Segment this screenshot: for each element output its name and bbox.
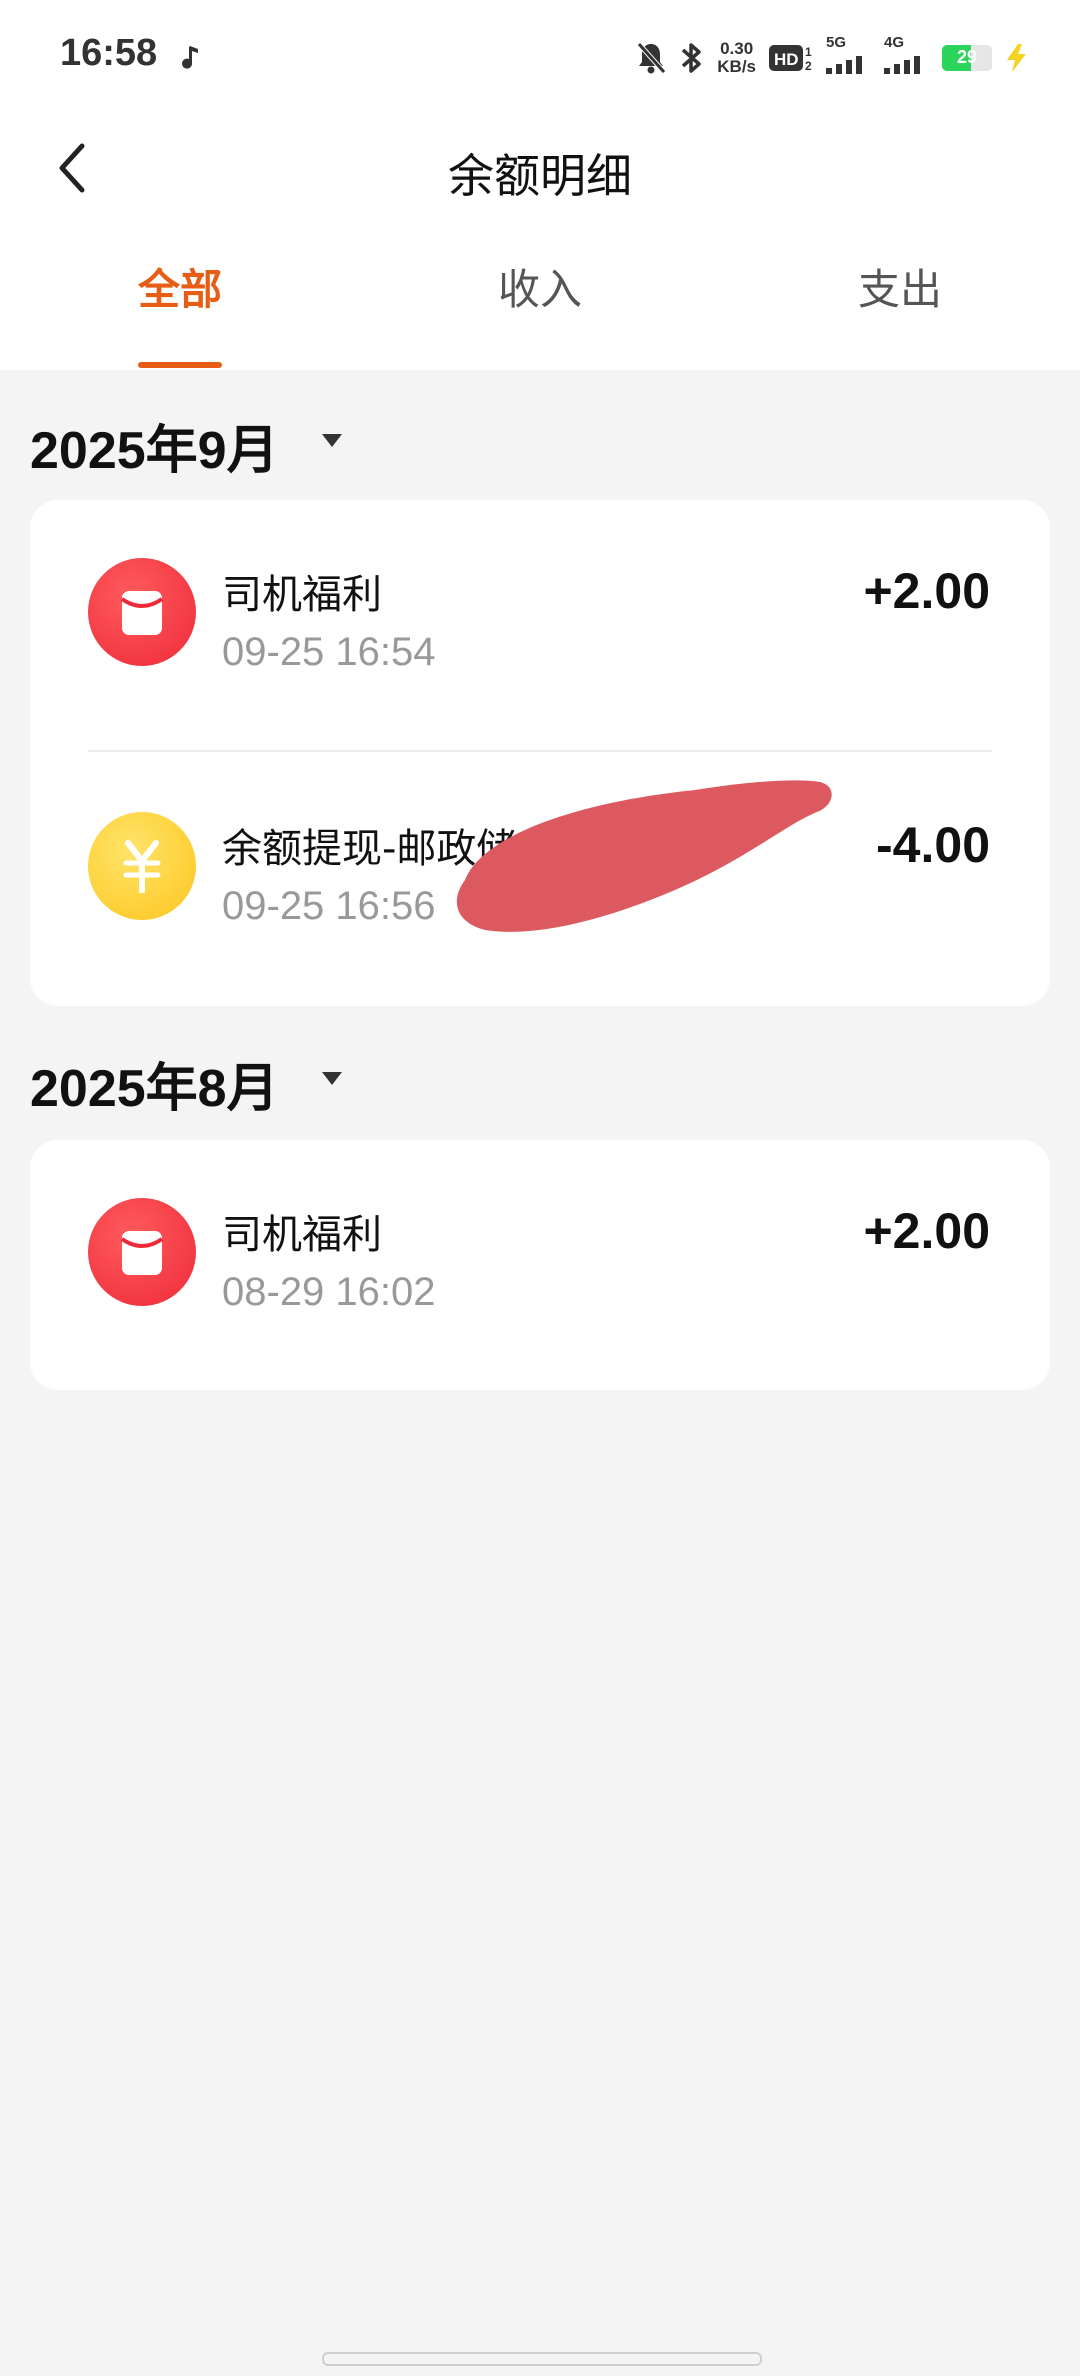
transaction-amount: +2.00 bbox=[863, 1203, 990, 1259]
month-label: 2025年9月 bbox=[30, 422, 279, 480]
red-envelope-icon bbox=[88, 558, 196, 666]
month-label: 2025年8月 bbox=[30, 1060, 279, 1118]
charging-icon bbox=[1007, 44, 1026, 72]
battery-level: 29 bbox=[956, 47, 978, 67]
month-header-sep[interactable]: 2025年9月 bbox=[0, 370, 1080, 500]
music-note-icon bbox=[182, 46, 198, 69]
speed-unit: KB/s bbox=[717, 57, 756, 76]
transaction-amount: +2.00 bbox=[863, 563, 990, 619]
transaction-title: 司机福利 bbox=[222, 1212, 382, 1258]
red-envelope-icon bbox=[88, 1198, 196, 1306]
status-time: 16:58 bbox=[60, 32, 158, 74]
navigation-bar: 余额明细 bbox=[0, 116, 1080, 220]
signal-4g-label: 4G bbox=[884, 34, 905, 51]
yuan-coin-icon bbox=[88, 812, 196, 920]
tab-all[interactable]: 全部 bbox=[80, 256, 280, 317]
tab-expense[interactable]: 支出 bbox=[800, 256, 1000, 317]
caret-down-icon bbox=[322, 434, 342, 447]
battery-icon: 29 bbox=[942, 45, 992, 71]
row-divider bbox=[88, 750, 992, 752]
transaction-row[interactable]: 司机福利 08-29 16:02 +2.00 bbox=[30, 1140, 1050, 1390]
active-tab-indicator bbox=[138, 362, 222, 368]
home-indicator[interactable] bbox=[322, 2352, 762, 2366]
transaction-amount: -4.00 bbox=[876, 817, 990, 873]
month-header-aug[interactable]: 2025年8月 bbox=[0, 1008, 1080, 1138]
status-bar: 16:58 0.30 KB/s HD 1 2 5G 4G 29 bbox=[0, 0, 1080, 116]
network-speed: 0.30 KB/s bbox=[717, 40, 756, 76]
transaction-title: 司机福利 bbox=[222, 572, 382, 618]
hd-label: HD bbox=[774, 50, 799, 69]
signal-5g-label: 5G bbox=[826, 34, 847, 51]
svg-text:1: 1 bbox=[805, 45, 812, 59]
bluetooth-icon bbox=[682, 43, 702, 73]
svg-text:2: 2 bbox=[805, 59, 812, 73]
speed-value: 0.30 bbox=[720, 39, 754, 58]
tab-bar: 全部 收入 支出 bbox=[0, 220, 1080, 370]
tab-income[interactable]: 收入 bbox=[440, 256, 640, 317]
transaction-row[interactable]: 司机福利 09-25 16:54 +2.00 bbox=[30, 500, 1050, 750]
header-area: 16:58 0.30 KB/s HD 1 2 5G 4G 29 余额明细 全部 … bbox=[0, 0, 1080, 370]
status-icons: 0.30 KB/s HD 1 2 5G 4G 29 bbox=[635, 34, 1030, 80]
caret-down-icon bbox=[322, 1072, 342, 1085]
transaction-time: 09-25 16:56 bbox=[222, 884, 436, 928]
signal-5g-icon: 5G bbox=[826, 34, 872, 78]
bell-off-icon bbox=[637, 42, 667, 74]
redaction-mark bbox=[456, 780, 832, 932]
page-title: 余额明细 bbox=[448, 149, 632, 203]
hd-icon: HD 1 2 bbox=[769, 45, 812, 73]
transaction-time: 09-25 16:54 bbox=[222, 630, 436, 674]
signal-4g-icon: 4G bbox=[884, 34, 930, 78]
transaction-card-aug: 司机福利 08-29 16:02 +2.00 bbox=[30, 1140, 1050, 1390]
transaction-time: 08-29 16:02 bbox=[222, 1270, 436, 1314]
